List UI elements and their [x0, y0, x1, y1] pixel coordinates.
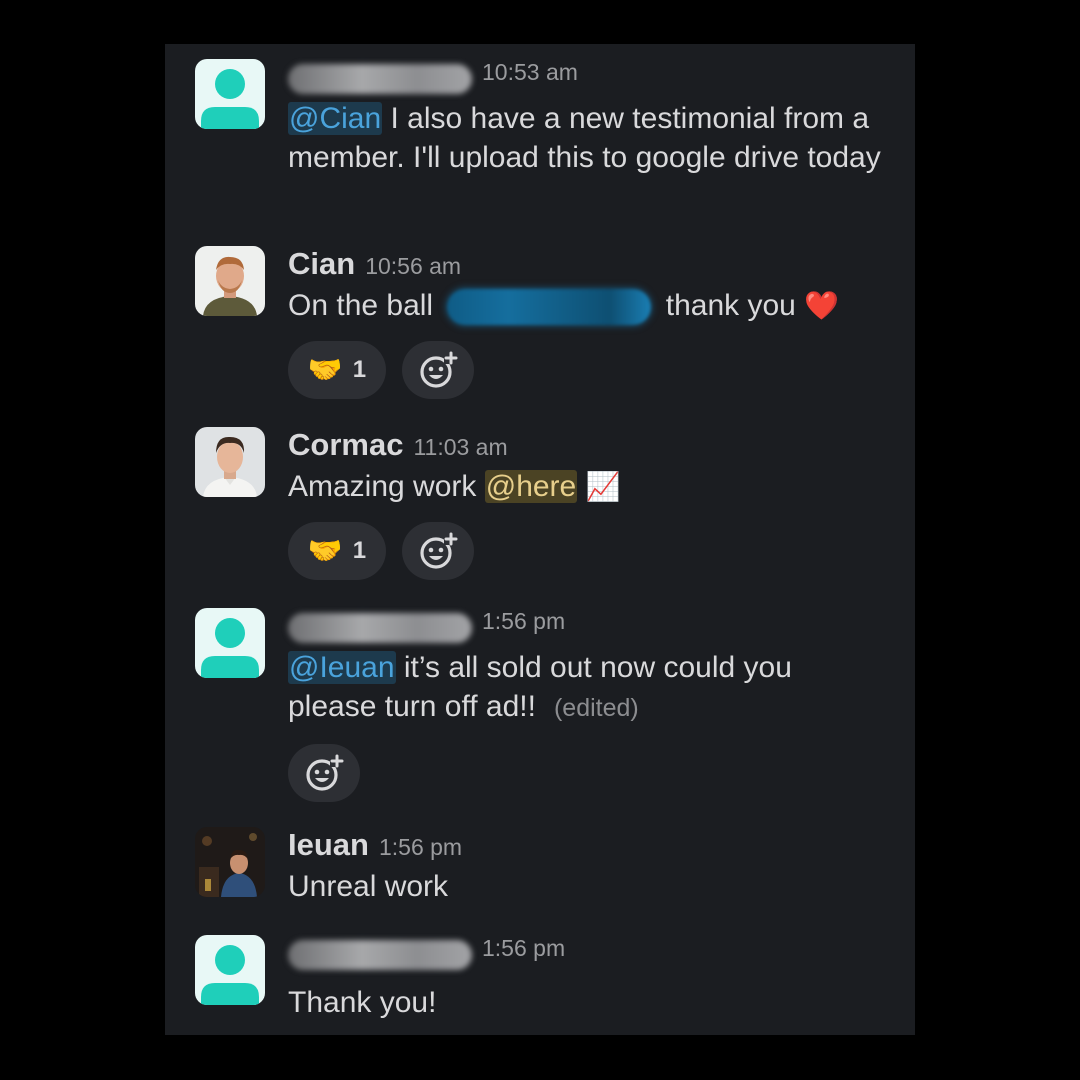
timestamp[interactable]: 10:53 am: [482, 59, 578, 86]
message-text: Thank you!: [288, 986, 437, 1019]
add-reaction-button[interactable]: [402, 522, 474, 580]
timestamp[interactable]: 10:56 am: [365, 253, 461, 280]
add-reaction-button[interactable]: [288, 744, 360, 802]
message-text: @Ieuan it’s all sold out now could you p…: [288, 651, 792, 723]
user-mention[interactable]: @Ieuan: [288, 651, 396, 684]
message-text: Unreal work: [288, 870, 449, 903]
add-reaction-icon: [420, 532, 458, 569]
edited-label: (edited): [553, 694, 639, 722]
sender-name[interactable]: Ieuan: [288, 827, 369, 863]
timestamp[interactable]: 1:56 pm: [379, 834, 462, 861]
here-mention[interactable]: @here: [484, 470, 578, 503]
timestamp[interactable]: 1:56 pm: [482, 935, 565, 962]
reaction-count: 1: [352, 356, 367, 384]
add-reaction-button[interactable]: [402, 341, 474, 400]
heart-emoji: ❤️: [804, 290, 840, 321]
sender-name-blurred[interactable]: [288, 64, 472, 94]
reaction-handshake[interactable]: 🤝 1: [288, 341, 386, 400]
sender-name[interactable]: Cormac: [288, 427, 403, 463]
message-text: On the ball thank you ❤️: [288, 286, 888, 326]
reaction-count: 1: [352, 537, 367, 564]
sender-name-blurred[interactable]: [288, 613, 472, 643]
chart-increasing-emoji: 📈: [585, 471, 621, 502]
sender-name[interactable]: Cian: [288, 246, 355, 282]
default-avatar-icon[interactable]: [195, 608, 265, 678]
handshake-icon: 🤝: [307, 354, 343, 386]
sender-name-blurred[interactable]: [288, 940, 472, 970]
timestamp[interactable]: 11:03 am: [413, 434, 507, 461]
default-avatar-icon[interactable]: [195, 935, 265, 1005]
avatar-cormac[interactable]: [195, 427, 265, 497]
message-text: Amazing work @here 📈: [288, 470, 621, 503]
user-mention[interactable]: @Cian: [288, 102, 383, 135]
avatar-cian[interactable]: [195, 246, 265, 316]
reaction-handshake[interactable]: 🤝 1: [288, 522, 386, 580]
user-mention-blurred[interactable]: [447, 289, 652, 326]
timestamp[interactable]: 1:56 pm: [482, 608, 565, 635]
avatar-ieuan[interactable]: [195, 827, 265, 897]
add-reaction-icon: [306, 754, 344, 791]
add-reaction-icon: [420, 351, 458, 388]
default-avatar-icon[interactable]: [195, 59, 265, 129]
message-text: @Cian I also have a new testimonial from…: [288, 102, 881, 174]
message-list: 10:53 am @Cian I also have a new testimo…: [165, 44, 915, 1035]
handshake-icon: 🤝: [307, 535, 343, 566]
